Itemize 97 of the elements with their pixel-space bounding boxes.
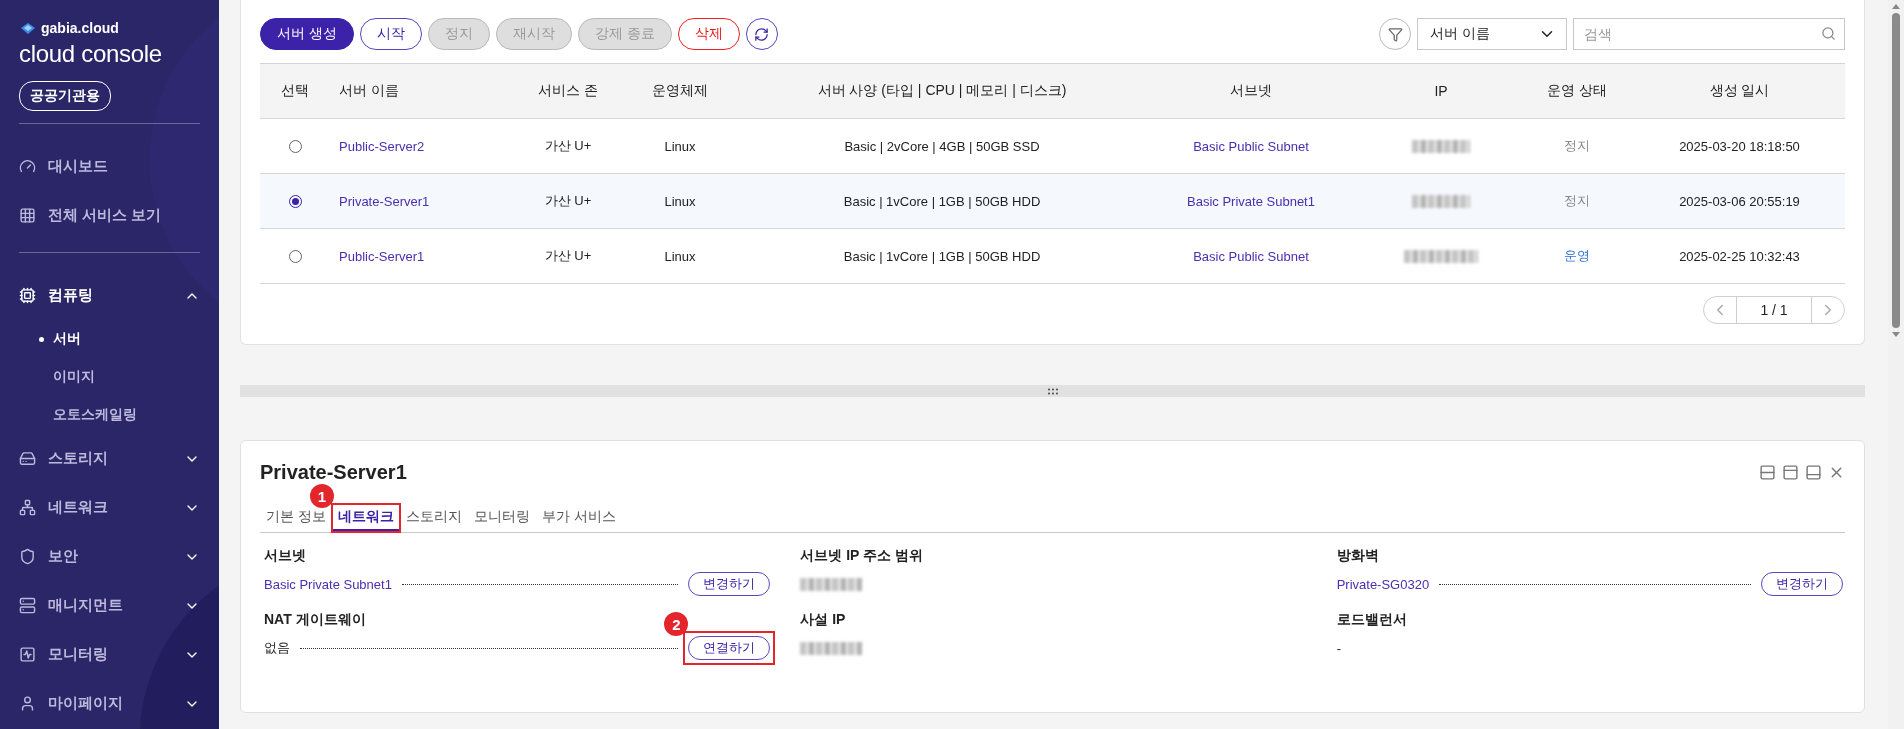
search-field[interactable]: 검색: [1573, 18, 1845, 50]
column-header: 선택: [280, 82, 310, 100]
subnet-link[interactable]: Basic Private Subnet1: [1140, 193, 1362, 209]
nav-icon: [19, 158, 36, 175]
nav-icon: [19, 287, 36, 304]
nav-subitem[interactable]: 서버: [19, 320, 200, 358]
table-cell-text: 가산 U+: [543, 137, 593, 155]
column-header: 생성 일시: [1708, 82, 1771, 100]
redacted-value: [800, 641, 863, 655]
table-cell-text: Basic | 1vCore | 1GB | 50GB HDD: [842, 248, 1042, 264]
table-cell-text: Linux: [663, 248, 697, 264]
table-cell-text: 2025-03-20 18:18:50: [1678, 138, 1801, 154]
nav-item[interactable]: 스토리지: [19, 434, 200, 483]
status-text: 운영: [1563, 247, 1591, 265]
nav-subitem[interactable]: 오토스케일링: [19, 396, 200, 434]
server-name-link[interactable]: Public-Server2: [330, 138, 520, 154]
tab[interactable]: 부가 서비스: [535, 504, 622, 532]
field-value: 없음: [264, 639, 290, 657]
table-cell-text: Linux: [663, 193, 697, 209]
nav-item[interactable]: 마이페이지: [19, 679, 200, 728]
redacted-ip: [1412, 194, 1470, 208]
nav-icon: [19, 450, 36, 467]
tab[interactable]: 모니터링: [467, 504, 536, 532]
filter-button[interactable]: [1379, 18, 1411, 50]
subnet-link[interactable]: Basic Public Subnet: [1140, 248, 1362, 264]
field-label: 로드밸런서: [1336, 611, 1407, 629]
redacted-ip: [1412, 139, 1470, 153]
toolbar-button[interactable]: 삭제: [677, 18, 740, 50]
field-label: 서브넷: [264, 547, 306, 565]
field-label: 서브넷 IP 주소 범위: [800, 547, 923, 565]
action-button[interactable]: 변경하기: [1761, 572, 1843, 596]
table-cell-text: 2025-03-06 20:55:19: [1678, 193, 1801, 209]
callout-badge: 2: [664, 612, 689, 636]
product-name: cloud console: [19, 40, 163, 68]
nav-icon: [19, 695, 36, 712]
subnet-link[interactable]: Basic Public Subnet: [1140, 138, 1362, 154]
table-cell-text: 2025-02-25 10:32:43: [1678, 248, 1801, 264]
table-cell-text: 가산 U+: [543, 192, 593, 210]
refresh-icon: [754, 26, 770, 42]
column-header: 서버 사양 (타입 | CPU | 메모리 | 디스크): [816, 82, 1068, 100]
table-cell-text: Linux: [663, 138, 697, 154]
action-button[interactable]: 변경하기: [688, 572, 771, 596]
nav-item[interactable]: 매니지먼트: [19, 581, 200, 630]
field-label: NAT 게이트웨이: [264, 611, 366, 629]
nav-icon: [19, 597, 36, 614]
column-header: IP: [1433, 83, 1449, 99]
toolbar-button[interactable]: 시작: [359, 18, 422, 50]
refresh-button[interactable]: [745, 18, 778, 50]
toolbar-button[interactable]: 서버 생성: [260, 18, 354, 50]
status-text: 정지: [1563, 192, 1591, 210]
server-name-link[interactable]: Public-Server1: [330, 248, 520, 264]
column-header: 서브넷: [1229, 82, 1273, 100]
tab[interactable]: 네트워크: [331, 504, 400, 532]
filter-select[interactable]: 서버 이름: [1417, 18, 1567, 50]
nav-icon: [19, 207, 36, 224]
nav-subitem[interactable]: 이미지: [19, 358, 200, 396]
table-row[interactable]: Private-Server1 가산 U+ Linux Basic | 1vCore | 1GB | 50GB HDD Basic Private Subnet1 정지 2025-03-06 20:55:19: [260, 174, 1845, 229]
nav-item[interactable]: 컴퓨팅: [19, 271, 200, 320]
column-header: 운영체제: [651, 82, 709, 100]
value-link[interactable]: Private-SG0320: [1336, 576, 1430, 592]
grip-icon: [1046, 387, 1059, 395]
panel-title: Private-Server1: [260, 461, 407, 484]
field-label: 사설 IP: [800, 611, 846, 629]
filter-icon: [1387, 26, 1403, 42]
value-link[interactable]: Basic Private Subnet1: [264, 576, 392, 592]
column-header: 운영 상태: [1546, 82, 1608, 100]
logo-icon: [19, 21, 37, 35]
nav-item[interactable]: 네트워크: [19, 483, 200, 532]
callout-badge: 1: [309, 484, 334, 508]
tab[interactable]: 스토리지: [399, 504, 468, 532]
status-text: 정지: [1563, 137, 1591, 155]
server-name-link[interactable]: Private-Server1: [330, 193, 520, 209]
column-header: 서버 이름: [338, 82, 400, 100]
bullet-icon: [39, 336, 44, 342]
nav-icon: [19, 548, 36, 565]
nav-icon: [19, 646, 36, 663]
panel-bottom-icon[interactable]: [1805, 464, 1822, 481]
table-cell-text: Basic | 1vCore | 1GB | 50GB HDD: [842, 193, 1042, 209]
nav-icon: [19, 499, 36, 516]
nav-item[interactable]: 모니터링: [19, 630, 200, 679]
brand-name: gabia.cloud: [41, 20, 119, 36]
action-button[interactable]: 연결하기: [688, 636, 771, 660]
field-label: 방화벽: [1336, 547, 1379, 565]
search-icon: [1821, 26, 1836, 41]
badge: 공공기관용: [19, 81, 111, 111]
resize-handle[interactable]: [240, 385, 1865, 397]
table-cell-text: Basic | 2vCore | 4GB | 50GB SSD: [843, 138, 1041, 154]
panel-top-icon[interactable]: [1782, 464, 1799, 481]
nav-item[interactable]: 전체 서비스 보기: [19, 191, 200, 240]
field-value: -: [1336, 640, 1341, 656]
table-cell-text: 가산 U+: [543, 247, 593, 265]
column-header: 서비스 존: [537, 82, 599, 100]
nav-item[interactable]: 대시보드: [19, 142, 200, 191]
redacted-value: [800, 577, 863, 591]
page-indicator: 1 / 1: [1736, 297, 1812, 323]
nav-item[interactable]: 보안: [19, 532, 200, 581]
split-view-icon[interactable]: [1759, 464, 1776, 481]
